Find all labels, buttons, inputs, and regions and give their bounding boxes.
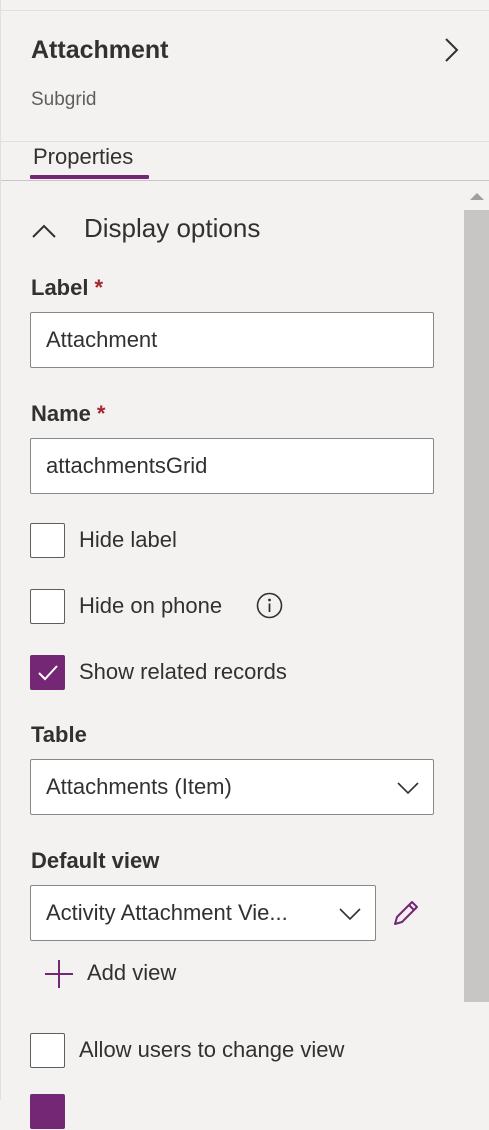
name-field-label-text: Name <box>31 401 91 426</box>
name-input-value: attachmentsGrid <box>46 453 208 478</box>
default-view-dropdown-value: Activity Attachment Vie... <box>46 900 288 925</box>
tab-active-indicator <box>30 175 149 179</box>
table-dropdown-value: Attachments (Item) <box>46 774 232 799</box>
section-title-display-options[interactable]: Display options <box>84 213 260 244</box>
chevron-down-icon <box>397 782 419 795</box>
show-related-records-checkbox-label: Show related records <box>79 659 287 684</box>
label-field-label: Label * <box>31 275 103 301</box>
panel-subtitle: Subgrid <box>31 89 97 110</box>
name-input[interactable]: attachmentsGrid <box>30 438 434 494</box>
label-input-value: Attachment <box>46 327 158 352</box>
required-mark: * <box>96 401 106 426</box>
name-field-label: Name * <box>31 401 105 427</box>
table-field-label: Table <box>31 722 87 747</box>
pencil-icon[interactable] <box>390 897 420 929</box>
checkmark-icon <box>38 665 58 681</box>
chevron-down-icon <box>339 908 361 921</box>
scrollbar-thumb[interactable] <box>464 210 489 1002</box>
chevron-right-icon[interactable] <box>437 36 465 64</box>
chevron-up-icon[interactable] <box>31 218 57 244</box>
top-divider <box>1 10 489 11</box>
label-input[interactable]: Attachment <box>30 312 434 368</box>
next-checkbox[interactable] <box>30 1094 65 1129</box>
hide-label-checkbox[interactable] <box>30 523 65 558</box>
required-mark: * <box>94 275 104 300</box>
show-related-records-checkbox[interactable] <box>30 655 65 690</box>
tab-properties[interactable]: Properties <box>33 144 133 170</box>
scroll-up-arrow-icon[interactable] <box>470 193 484 200</box>
default-view-field-label: Default view <box>31 848 160 873</box>
plus-icon <box>45 960 73 988</box>
allow-change-view-checkbox-label: Allow users to change view <box>79 1037 345 1062</box>
info-icon[interactable] <box>256 592 283 619</box>
hide-label-checkbox-label: Hide label <box>79 527 177 552</box>
panel-title: Attachment <box>31 36 169 64</box>
tabs-divider <box>1 180 489 181</box>
hide-on-phone-checkbox[interactable] <box>30 589 65 624</box>
header-divider <box>1 141 489 142</box>
table-dropdown[interactable]: Attachments (Item) <box>30 759 434 815</box>
default-view-dropdown[interactable]: Activity Attachment Vie... <box>30 885 376 941</box>
allow-change-view-checkbox[interactable] <box>30 1033 65 1068</box>
properties-panel: Attachment Subgrid Properties Display op… <box>0 0 489 1129</box>
label-field-label-text: Label <box>31 275 89 300</box>
hide-on-phone-checkbox-label: Hide on phone <box>79 593 223 618</box>
add-view-label: Add view <box>87 960 177 985</box>
